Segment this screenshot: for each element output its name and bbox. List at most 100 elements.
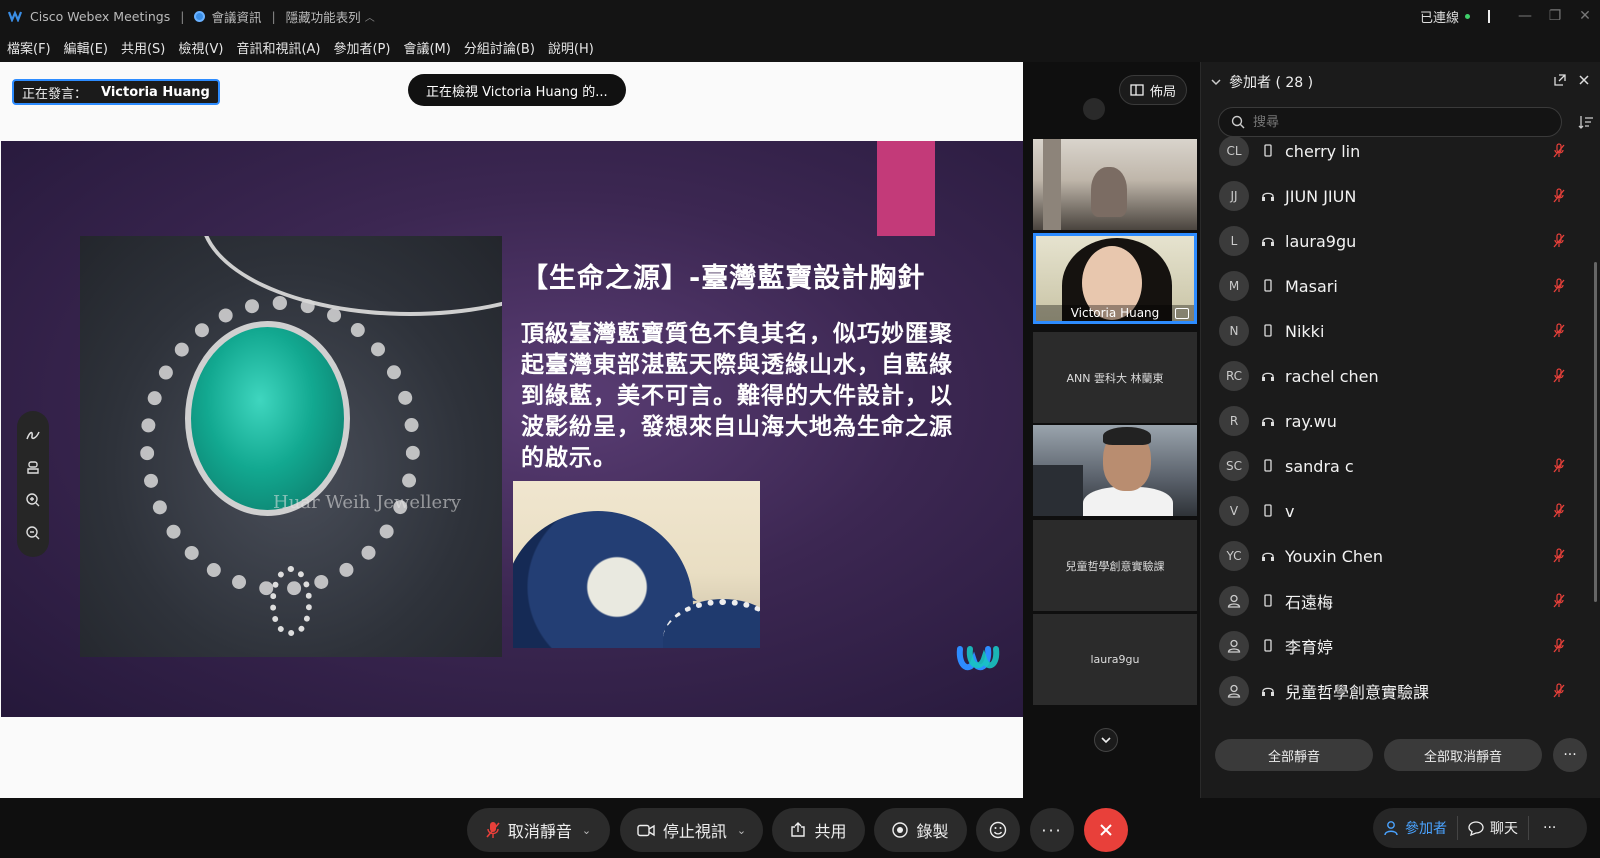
mic-muted-icon[interactable] xyxy=(1553,683,1565,699)
share-button[interactable]: 共用 xyxy=(772,808,865,852)
menu-share[interactable]: 共用(S) xyxy=(121,38,165,57)
mic-muted-icon[interactable] xyxy=(1553,548,1565,564)
participant-row[interactable]: JJ JIUN JIUN xyxy=(1219,173,1579,219)
participant-row[interactable]: 李育婷 xyxy=(1219,623,1579,669)
participant-row[interactable]: YC Youxin Chen xyxy=(1219,533,1579,579)
stamp-icon[interactable] xyxy=(25,460,41,476)
video-camera-icon xyxy=(637,824,655,836)
participant-row[interactable]: CL cherry lin xyxy=(1219,134,1579,174)
minimize-icon[interactable]: — xyxy=(1510,8,1540,24)
close-icon[interactable] xyxy=(1578,74,1590,86)
menu-meeting[interactable]: 會議(M) xyxy=(403,38,450,57)
mute-all-button[interactable]: 全部靜音 xyxy=(1215,739,1373,771)
participants-tab[interactable]: 參加者 xyxy=(1373,808,1457,848)
participants-header[interactable]: 參加者 ( 28 ) xyxy=(1211,72,1313,92)
hide-menu-label: 隱藏功能表列 xyxy=(285,9,361,25)
reactions-button[interactable] xyxy=(976,808,1020,852)
scroll-down-button[interactable] xyxy=(1094,728,1118,752)
participant-name: 石遠梅 xyxy=(1285,593,1334,612)
participant-row[interactable]: Rray.wu xyxy=(1219,398,1579,444)
record-button[interactable]: 錄製 xyxy=(874,808,967,852)
more-button[interactable]: ··· xyxy=(1030,808,1074,852)
title-separator: | xyxy=(180,8,185,24)
mic-muted-icon[interactable] xyxy=(1553,368,1565,384)
video-tile-active-speaker[interactable]: Victoria Huang xyxy=(1033,233,1197,324)
participant-row[interactable]: RC rachel chen xyxy=(1219,353,1579,399)
hide-menu-toggle[interactable]: 隱藏功能表列 ︿ xyxy=(286,7,375,26)
leave-meeting-button[interactable] xyxy=(1084,808,1128,852)
layout-icon xyxy=(1130,84,1144,96)
phone-icon xyxy=(1264,594,1272,607)
name-tile[interactable]: laura9gu xyxy=(1033,614,1197,705)
name-tile[interactable]: 兒童哲學創意實驗課 xyxy=(1033,520,1197,611)
annotation-toolbar xyxy=(17,411,49,557)
menu-bar: 檔案(F) 編輯(E) 共用(S) 檢視(V) 音訊和視訊(A) 參加者(P) … xyxy=(0,32,1600,62)
list-scrollbar[interactable] xyxy=(1594,262,1597,602)
annotate-icon[interactable] xyxy=(25,427,41,443)
viewing-share-pill[interactable]: 正在檢視 Victoria Huang 的... xyxy=(408,74,626,106)
participant-row[interactable]: M Masari xyxy=(1219,263,1579,309)
participant-row[interactable]: SC sandra c xyxy=(1219,443,1579,489)
avatar: JJ xyxy=(1219,181,1249,211)
chat-tab[interactable]: 聊天 xyxy=(1458,808,1528,848)
meeting-controls-bar: 取消靜音 ⌄ 停止視訊 ⌄ 共用 錄製 ··· 參加者 聊天 ··· xyxy=(0,798,1600,858)
mic-muted-icon[interactable] xyxy=(1553,323,1565,339)
menu-view[interactable]: 檢視(V) xyxy=(178,38,223,57)
avatar: L xyxy=(1219,226,1249,256)
participant-row[interactable]: Vv xyxy=(1219,488,1579,534)
zoom-out-icon[interactable] xyxy=(25,525,41,541)
unmute-all-button[interactable]: 全部取消靜音 xyxy=(1384,739,1542,771)
menu-breakout[interactable]: 分組討論(B) xyxy=(464,38,535,57)
mic-muted-icon[interactable] xyxy=(1553,143,1565,159)
participant-row[interactable]: N Nikki xyxy=(1219,308,1579,354)
phone-icon xyxy=(1264,279,1272,292)
name-tile[interactable]: ANN 雲科大 林蘭東 xyxy=(1033,332,1197,423)
participants-title: 參加者 ( 28 ) xyxy=(1229,75,1314,91)
unmute-button[interactable]: 取消靜音 ⌄ xyxy=(467,808,610,852)
close-window-icon[interactable]: ✕ xyxy=(1570,8,1600,24)
mic-muted-icon[interactable] xyxy=(1553,503,1565,519)
participant-name: ray.wu xyxy=(1285,411,1337,431)
menu-audio-video[interactable]: 音訊和視訊(A) xyxy=(236,38,320,57)
participant-row[interactable]: 石遠梅 xyxy=(1219,578,1579,624)
scroll-up-button[interactable] xyxy=(1083,98,1105,120)
avatar-person-icon xyxy=(1219,586,1249,616)
participant-name: v xyxy=(1285,501,1295,521)
menu-edit[interactable]: 編輯(E) xyxy=(64,38,108,57)
chevron-down-icon[interactable]: ⌄ xyxy=(737,824,746,837)
mic-muted-icon[interactable] xyxy=(1553,233,1565,249)
mic-muted-icon[interactable] xyxy=(1553,278,1565,294)
speaker-name: Victoria Huang xyxy=(101,84,210,100)
video-tile[interactable] xyxy=(1033,139,1197,230)
mic-muted-icon[interactable] xyxy=(1553,593,1565,609)
participant-name: laura9gu xyxy=(1285,231,1357,251)
participant-row[interactable]: Llaura9gu xyxy=(1219,218,1579,264)
pop-out-icon[interactable] xyxy=(1554,74,1566,86)
search-input[interactable] xyxy=(1253,114,1533,130)
share-icon xyxy=(791,822,806,837)
mic-muted-icon[interactable] xyxy=(1553,638,1565,654)
menu-file[interactable]: 檔案(F) xyxy=(7,38,51,57)
panel-controls xyxy=(1554,74,1590,86)
chevron-down-icon[interactable]: ⌄ xyxy=(582,824,591,837)
participant-name: rachel chen xyxy=(1285,366,1379,386)
headset-icon xyxy=(1262,687,1274,696)
sort-icon[interactable] xyxy=(1578,114,1594,130)
sapphire-gem xyxy=(185,321,350,516)
mic-muted-icon[interactable] xyxy=(1553,188,1565,204)
participant-row[interactable]: 兒童哲學創意實驗課 xyxy=(1219,668,1579,714)
layout-button[interactable]: 佈局 xyxy=(1119,75,1187,105)
mic-muted-icon[interactable] xyxy=(1553,458,1565,474)
more-panels-button[interactable]: ··· xyxy=(1529,808,1570,848)
menu-help[interactable]: 說明(H) xyxy=(548,38,594,57)
stop-video-button[interactable]: 停止視訊 ⌄ xyxy=(620,808,763,852)
video-tile[interactable] xyxy=(1033,425,1197,516)
chat-tab-label: 聊天 xyxy=(1490,821,1518,837)
signal-icon xyxy=(1488,9,1490,23)
restore-icon[interactable]: ❐ xyxy=(1540,8,1570,24)
zoom-in-icon[interactable] xyxy=(25,492,41,508)
meeting-info-link[interactable]: 會議資訊 xyxy=(194,7,261,26)
slide-title: 【生命之源】-臺灣藍寶設計胸針 xyxy=(521,263,926,294)
more-options-button[interactable]: ··· xyxy=(1553,738,1587,772)
menu-participant[interactable]: 參加者(P) xyxy=(333,38,390,57)
